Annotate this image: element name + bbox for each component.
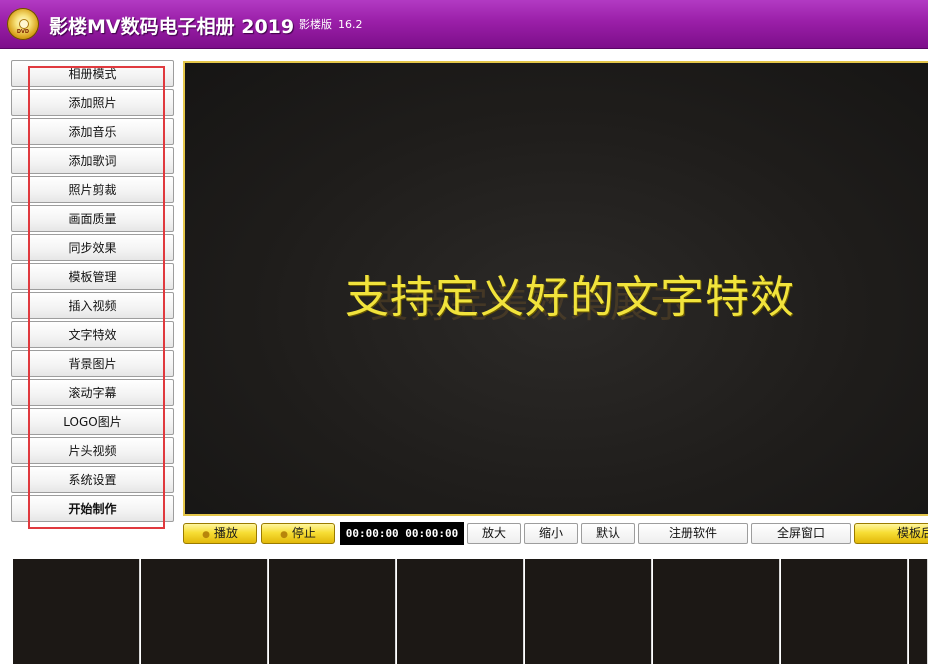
- menu-scroll-subtitle-button[interactable]: 滚动字幕: [11, 379, 174, 406]
- menu-quality-button[interactable]: 画面质量: [11, 205, 174, 232]
- timecode-display: 00:00:00 00:00:00: [340, 522, 464, 545]
- thumbnail-slot[interactable]: [141, 559, 268, 664]
- logo-text: DVD: [16, 29, 30, 35]
- preview-effect-text: 支持定义好的文字特效: [345, 272, 795, 323]
- menu-template-manage-button[interactable]: 模板管理: [11, 263, 174, 290]
- menu-logo-image-button[interactable]: LOGO图片: [11, 408, 174, 435]
- thumbnail-slot[interactable]: [397, 559, 524, 664]
- thumbnail-slot[interactable]: [909, 559, 928, 664]
- menu-text-effects-button[interactable]: 文字特效: [11, 321, 174, 348]
- menu-settings-button[interactable]: 系统设置: [11, 466, 174, 493]
- stop-label: 停止: [291, 526, 316, 540]
- thumbnail-slot[interactable]: [781, 559, 908, 664]
- menu-add-music-button[interactable]: 添加音乐: [11, 118, 174, 145]
- menu-photo-crop-button[interactable]: 照片剪裁: [11, 176, 174, 203]
- zoom-in-button[interactable]: 放大: [467, 523, 521, 544]
- default-button[interactable]: 默认: [581, 523, 635, 544]
- play-icon: ●: [202, 530, 210, 540]
- menu-insert-video-button[interactable]: 插入视频: [11, 292, 174, 319]
- menu-intro-video-button[interactable]: 片头视频: [11, 437, 174, 464]
- thumbnail-slot[interactable]: [525, 559, 652, 664]
- play-label: 播放: [213, 526, 238, 540]
- thumbnail-slot[interactable]: [13, 559, 140, 664]
- template-button[interactable]: 模板后: [854, 523, 928, 544]
- preview-screen: 支持完美效果展示 支持定义好的文字特效: [183, 61, 928, 516]
- stop-icon: ●: [280, 530, 288, 540]
- register-button[interactable]: 注册软件: [638, 523, 748, 544]
- fullscreen-button[interactable]: 全屏窗口: [751, 523, 851, 544]
- edition-label: 影楼版: [299, 18, 332, 31]
- menu-sync-effects-button[interactable]: 同步效果: [11, 234, 174, 261]
- app-logo-icon: DVD: [7, 8, 39, 40]
- menu-start-production-button[interactable]: 开始制作: [11, 495, 174, 522]
- version-label: 16.2: [338, 18, 363, 31]
- template-label: 模板后: [897, 526, 928, 540]
- title-bar: DVD 影楼MV数码电子相册 2019 影楼版 16.2: [0, 0, 928, 49]
- menu-add-photos-button[interactable]: 添加照片: [11, 89, 174, 116]
- menu-album-mode-button[interactable]: 相册模式: [11, 60, 174, 87]
- play-button[interactable]: ● 播放: [183, 523, 257, 544]
- stop-button[interactable]: ● 停止: [261, 523, 335, 544]
- thumbnail-slot[interactable]: [653, 559, 780, 664]
- thumbnail-slot[interactable]: [269, 559, 396, 664]
- app-edition: 影楼版 16.2: [299, 16, 363, 32]
- thumbnail-strip: [13, 559, 928, 664]
- app-title: 影楼MV数码电子相册 2019: [49, 16, 295, 38]
- menu-add-lyrics-button[interactable]: 添加歌词: [11, 147, 174, 174]
- menu-background-button[interactable]: 背景图片: [11, 350, 174, 377]
- zoom-out-button[interactable]: 缩小: [524, 523, 578, 544]
